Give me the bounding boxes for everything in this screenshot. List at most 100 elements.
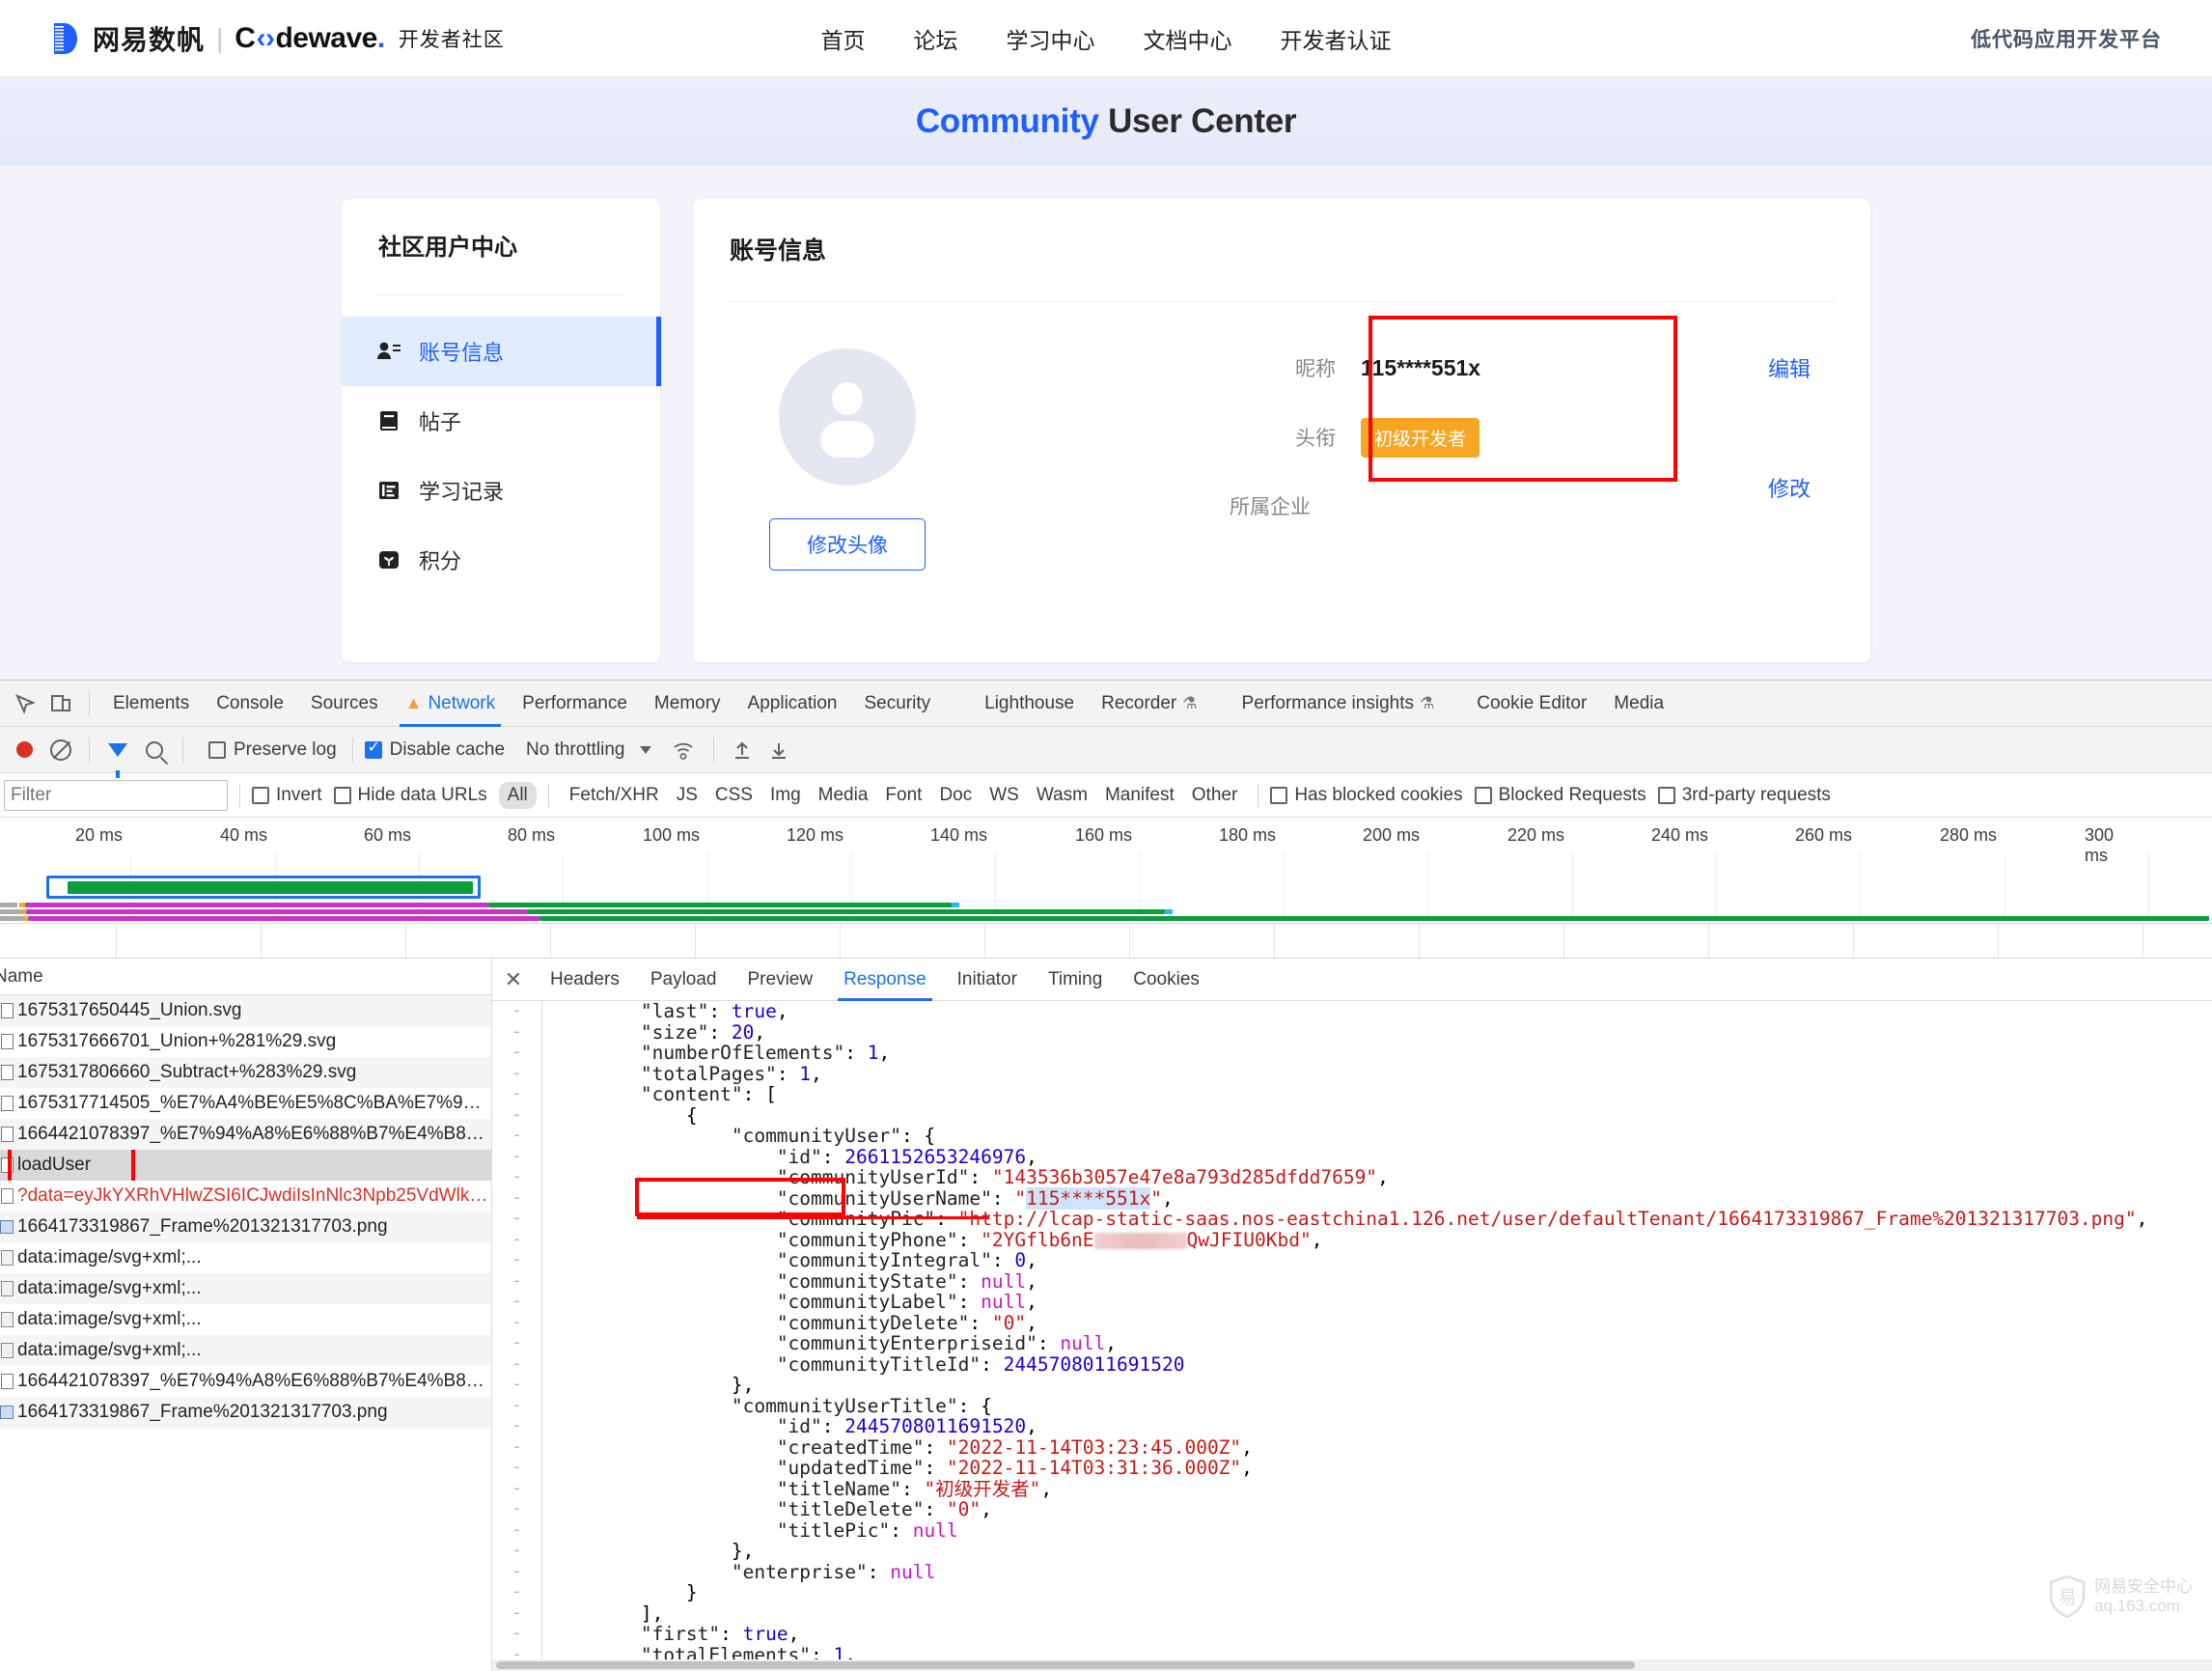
request-list[interactable]: Name 1675317650445_Union.svg 16753176667…	[0, 959, 492, 1671]
table-row[interactable]: 1664173319867_Frame%201321317703.png	[0, 1211, 491, 1242]
tab-network[interactable]: ▲ Network	[392, 681, 510, 727]
third-party-requests-checkbox[interactable]: 3rd-party requests	[1657, 785, 1831, 806]
tab-performance[interactable]: Performance	[509, 681, 641, 727]
inspect-element-icon[interactable]	[6, 685, 42, 722]
table-row[interactable]: ?data=eyJkYXRhVHlwZSI6ICJwdiIsInNlc3Npb2…	[0, 1181, 491, 1211]
nav-item-developer-cert[interactable]: 开发者认证	[1281, 22, 1392, 55]
close-icon[interactable]: ✕	[492, 967, 535, 992]
network-filter-bar: Invert Hide data URLs All Fetch/XHR JS C…	[0, 773, 2212, 818]
table-row[interactable]: 1675317806660_Subtract+%283%29.svg	[0, 1057, 491, 1088]
nav-item-forum[interactable]: 论坛	[914, 22, 958, 55]
tab-recorder[interactable]: Recorder ⚗	[1088, 681, 1210, 727]
table-row[interactable]: data:image/svg+xml;...	[0, 1273, 491, 1304]
filter-type-ws[interactable]: WS	[981, 782, 1028, 809]
detail-tab-cookies[interactable]: Cookies	[1118, 959, 1215, 1001]
horizontal-scrollbar[interactable]	[492, 1659, 2212, 1671]
table-row[interactable]: 1664421078397_%E7%94%A8%E6%88%B7%E4%B8%A…	[0, 1366, 491, 1397]
response-json-view[interactable]: -------- -------- -------- -------- -- "…	[492, 1001, 2212, 1671]
table-row[interactable]: 1675317714505_%E7%A4%BE%E5%8C%BA%E7%94%A…	[0, 1088, 491, 1119]
filter-type-js[interactable]: JS	[668, 782, 706, 809]
sidebar-divider	[376, 294, 625, 295]
detail-tab-headers[interactable]: Headers	[535, 959, 635, 1001]
tab-security[interactable]: Security	[851, 681, 945, 727]
throttling-select[interactable]: No throttling	[526, 738, 652, 761]
filter-funnel-icon[interactable]	[99, 732, 136, 778]
change-avatar-button[interactable]: 修改头像	[769, 518, 926, 571]
checkbox-box	[208, 740, 226, 759]
filter-type-media[interactable]: Media	[810, 782, 877, 809]
sidebar-item-learning-record[interactable]: 学习记录	[342, 456, 660, 525]
clear-icon[interactable]	[42, 732, 79, 768]
filter-type-all[interactable]: All	[498, 781, 537, 809]
table-row[interactable]: 1664173319867_Frame%201321317703.png	[0, 1397, 491, 1428]
tab-application[interactable]: Application	[734, 681, 851, 727]
import-har-icon[interactable]	[724, 732, 760, 768]
tab-media[interactable]: Media	[1600, 681, 1677, 727]
table-row[interactable]: data:image/svg+xml;...	[0, 1335, 491, 1366]
record-stop-icon[interactable]	[6, 732, 42, 768]
preserve-log-checkbox[interactable]: Preserve log	[208, 739, 337, 761]
sidebar-item-points[interactable]: 积分	[342, 525, 660, 595]
tab-sources[interactable]: Sources	[297, 681, 392, 727]
detail-tab-preview[interactable]: Preview	[733, 959, 829, 1001]
disable-cache-checkbox[interactable]: Disable cache	[364, 739, 505, 761]
tab-elements[interactable]: Elements	[99, 681, 203, 727]
export-har-icon[interactable]	[760, 732, 797, 768]
tab-memory[interactable]: Memory	[641, 681, 734, 727]
tab-label: Sources	[310, 692, 378, 713]
device-toolbar-icon[interactable]	[42, 685, 79, 722]
table-row[interactable]: 1664421078397_%E7%94%A8%E6%88%B7%E4%B8%A…	[0, 1119, 491, 1150]
timeline-tick: 60 ms	[363, 825, 411, 845]
main-navigation: 首页 论坛 学习中心 文档中心 开发者认证	[821, 22, 1392, 55]
throttling-label: No throttling	[526, 738, 625, 760]
nav-item-home[interactable]: 首页	[821, 22, 866, 55]
blocked-requests-checkbox[interactable]: Blocked Requests	[1474, 785, 1646, 806]
hide-data-urls-checkbox[interactable]: Hide data URLs	[333, 785, 487, 806]
sidebar-item-posts[interactable]: 帖子	[342, 386, 660, 456]
tab-lighthouse[interactable]: Lighthouse	[971, 681, 1088, 727]
table-row[interactable]: 1675317666701_Union+%281%29.svg	[0, 1026, 491, 1057]
invert-checkbox[interactable]: Invert	[252, 785, 322, 806]
table-row[interactable]: data:image/svg+xml;...	[0, 1304, 491, 1335]
network-timeline-overview[interactable]: 20 ms 40 ms 60 ms 80 ms 100 ms 120 ms 14…	[0, 818, 2212, 924]
detail-tab-initiator[interactable]: Initiator	[942, 959, 1033, 1001]
search-icon[interactable]	[136, 732, 173, 768]
request-list-header[interactable]: Name	[0, 959, 491, 995]
brand-logo[interactable]: 网易数帆 | C ‹› dewave. 开发者社区	[52, 19, 505, 58]
sidebar-item-account-info[interactable]: 账号信息	[342, 317, 661, 386]
doc-icon	[0, 1188, 17, 1204]
filter-type-wasm[interactable]: Wasm	[1028, 782, 1096, 809]
nav-item-learning-center[interactable]: 学习中心	[1007, 22, 1095, 55]
filter-type-other[interactable]: Other	[1183, 782, 1247, 809]
has-blocked-cookies-checkbox[interactable]: Has blocked cookies	[1270, 785, 1463, 806]
detail-tab-response[interactable]: Response	[828, 959, 942, 1001]
table-row[interactable]: data:image/svg+xml;...	[0, 1242, 491, 1273]
edit-nickname-link[interactable]: 编辑	[1768, 352, 1811, 383]
doc-icon	[0, 1034, 17, 1049]
filter-input[interactable]	[4, 779, 228, 811]
tab-console[interactable]: Console	[203, 681, 297, 727]
filter-type-fetch-xhr[interactable]: Fetch/XHR	[561, 782, 668, 809]
filter-type-css[interactable]: CSS	[706, 782, 761, 809]
modify-enterprise-link[interactable]: 修改	[1768, 472, 1811, 503]
detail-tab-payload[interactable]: Payload	[635, 959, 733, 1001]
tab-performance-insights[interactable]: Performance insights ⚗	[1229, 681, 1449, 727]
watermark: 易 网易安全中心 aq.163.com	[2048, 1574, 2193, 1619]
page-banner: Community User Center	[0, 77, 2212, 166]
tab-label: Response	[843, 968, 926, 989]
table-row[interactable]: 1675317650445_Union.svg	[0, 995, 491, 1026]
sidebar-menu: 账号信息 帖子 学习记录 积分	[342, 317, 661, 595]
filter-type-manifest[interactable]: Manifest	[1096, 782, 1183, 809]
filter-type-img[interactable]: Img	[761, 782, 810, 809]
tab-cookie-editor[interactable]: Cookie Editor	[1463, 681, 1600, 727]
request-name: 1664421078397_%E7%94%A8%E6%88%B7%E4%B8%A…	[17, 1124, 491, 1144]
filter-type-font[interactable]: Font	[876, 782, 930, 809]
wifi-settings-icon[interactable]	[665, 732, 702, 768]
nickname-label: 昵称	[1295, 358, 1336, 380]
nav-item-doc-center[interactable]: 文档中心	[1144, 22, 1232, 55]
json-fold-gutter[interactable]: -------- -------- -------- -------- --	[492, 1001, 542, 1671]
table-row-selected[interactable]: loadUser	[0, 1150, 491, 1181]
detail-tab-timing[interactable]: Timing	[1033, 959, 1118, 1001]
filter-type-doc[interactable]: Doc	[930, 782, 981, 809]
account-card-title: 账号信息	[730, 237, 827, 265]
